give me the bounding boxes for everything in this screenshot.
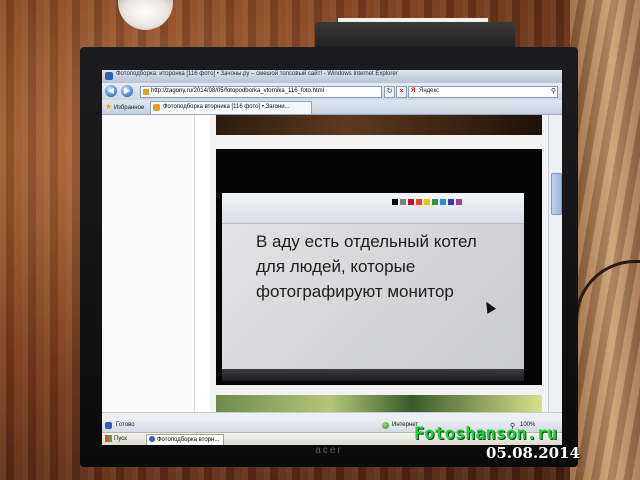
next-photo: [216, 395, 542, 412]
color-swatch: [400, 199, 406, 205]
color-swatch: [416, 199, 422, 205]
taskbar-item-label: Фотоподборка вторн...: [157, 437, 220, 443]
ie-icon: [105, 72, 113, 80]
color-swatch: [456, 199, 462, 205]
photo-caption-line1: В аду есть отдельный котел: [256, 232, 477, 251]
monitor: acer Фотоподборка: иторонка [116 фото] •…: [80, 47, 578, 467]
start-button[interactable]: Пуск: [104, 434, 138, 444]
back-icon[interactable]: ◀: [105, 85, 117, 97]
tab-favicon: [153, 104, 160, 111]
color-swatch: [408, 199, 414, 205]
photo-caption: В аду есть отдельный котел для людей, ко…: [256, 229, 524, 304]
search-icon[interactable]: ⚲: [551, 87, 556, 95]
color-swatch: [424, 199, 430, 205]
previous-photo: [216, 115, 542, 135]
left-column: [102, 115, 195, 412]
color-swatch: [392, 199, 398, 205]
window-title: Фотоподборка: иторонка [116 фото] • Зачо…: [116, 71, 398, 77]
page-icon: [105, 422, 112, 429]
scrollbar-thumb[interactable]: [551, 173, 562, 215]
tab-bar: ★ Избранное Фотоподборка вторника [116 ф…: [102, 100, 562, 115]
address-input[interactable]: http://zagony.ru/2014/08/05/fotopodborka…: [140, 86, 382, 98]
refresh-icon[interactable]: ↻: [384, 86, 395, 98]
status-text: Готово: [116, 422, 135, 428]
star-icon: ★: [105, 102, 113, 111]
watermark-site: Fotoshanson.ru: [414, 424, 558, 444]
article-photo: В аду есть отдельный котел для людей, ко…: [216, 149, 542, 385]
tab-title: Фотоподборка вторника [116 фото] • Загон…: [163, 104, 290, 110]
paint-ribbon: [222, 193, 524, 224]
search-placeholder: Яндекс: [419, 88, 440, 94]
monitor-screen: Фотоподборка: иторонка [116 фото] • Зачо…: [102, 70, 562, 445]
start-label: Пуск: [114, 436, 127, 442]
globe-icon: [382, 422, 389, 429]
favorites-button[interactable]: ★ Избранное: [105, 102, 144, 111]
page-content: В аду есть отдельный котел для людей, ко…: [102, 115, 562, 412]
windows-flag-icon: [105, 434, 112, 442]
yandex-icon: Я: [411, 88, 416, 94]
vertical-scrollbar[interactable]: [548, 115, 562, 412]
search-input[interactable]: Я Яндекс ⚲: [408, 86, 558, 98]
cable: [575, 260, 640, 463]
photo-caption-line3: фотографируют монитор: [256, 282, 454, 301]
color-swatch: [440, 199, 446, 205]
article-column: В аду есть отдельный котел для людей, ко…: [210, 115, 548, 412]
window-titlebar: Фотоподборка: иторонка [116 фото] • Зачо…: [102, 70, 562, 83]
ie-icon: [149, 436, 155, 443]
stop-icon[interactable]: ×: [396, 86, 407, 98]
lamp: [118, 0, 173, 30]
watermark-date: 05.08.2014: [486, 444, 580, 462]
photographed-screen: В аду есть отдельный котел для людей, ко…: [222, 193, 524, 369]
color-swatch: [432, 199, 438, 205]
forward-icon[interactable]: ▶: [121, 85, 133, 97]
address-text: http://zagony.ru/2014/08/05/fotopodborka…: [151, 88, 324, 94]
photographed-taskbar: [222, 369, 524, 381]
color-swatch: [448, 199, 454, 205]
photo-caption-line2: для людей, которые: [256, 257, 416, 276]
site-favicon: [143, 89, 149, 95]
tab-active[interactable]: Фотоподборка вторника [116 фото] • Загон…: [150, 101, 312, 114]
address-bar: ◀ ▶ http://zagony.ru/2014/08/05/fotopodb…: [102, 83, 562, 100]
favorites-label: Избранное: [113, 105, 145, 111]
taskbar-item-browser[interactable]: Фотоподборка вторн...: [146, 434, 224, 445]
